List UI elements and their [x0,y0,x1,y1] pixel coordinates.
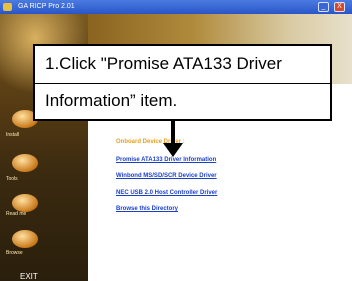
installer-window: GA RICP Pro 2.01 _ X Install Tools Read … [0,0,352,281]
pointer-arrow-icon [163,143,183,157]
driver-item-nec-usb[interactable]: NEC USB 2.0 Host Controller Driver [116,190,217,196]
tools-orb-icon[interactable] [12,154,38,172]
sidebar-item-tools[interactable]: Tools [6,176,18,182]
exit-button[interactable]: EXIT [20,272,38,281]
title-bar[interactable]: GA RICP Pro 2.01 _ X [0,0,352,14]
readme-orb-icon[interactable] [12,194,38,212]
callout-line-2: Information” item. [45,91,178,110]
browse-orb-icon[interactable] [12,230,38,248]
sidebar-item-readme[interactable]: Read me [6,211,26,217]
callout-line-1: 1.Click "Promise ATA133 Driver [45,54,282,73]
driver-item-winbond[interactable]: Winbond MS/SD/SCR Device Driver [116,173,217,179]
instruction-callout: 1.Click "Promise ATA133 Driver Informati… [33,44,332,121]
callout-divider [35,83,330,84]
pointer-arrow-shaft [171,121,175,145]
sidebar-item-install[interactable]: Install [6,132,19,138]
window-title: GA RICP Pro 2.01 [18,3,75,10]
browse-directory-link[interactable]: Browse this Directory [116,206,178,212]
driver-item-promise-ata133[interactable]: Promise ATA133 Driver Information [116,157,216,163]
close-button[interactable]: X [334,2,345,12]
minimize-button[interactable]: _ [318,2,329,12]
sidebar-item-browse[interactable]: Browse [6,250,23,256]
app-icon [3,3,12,11]
